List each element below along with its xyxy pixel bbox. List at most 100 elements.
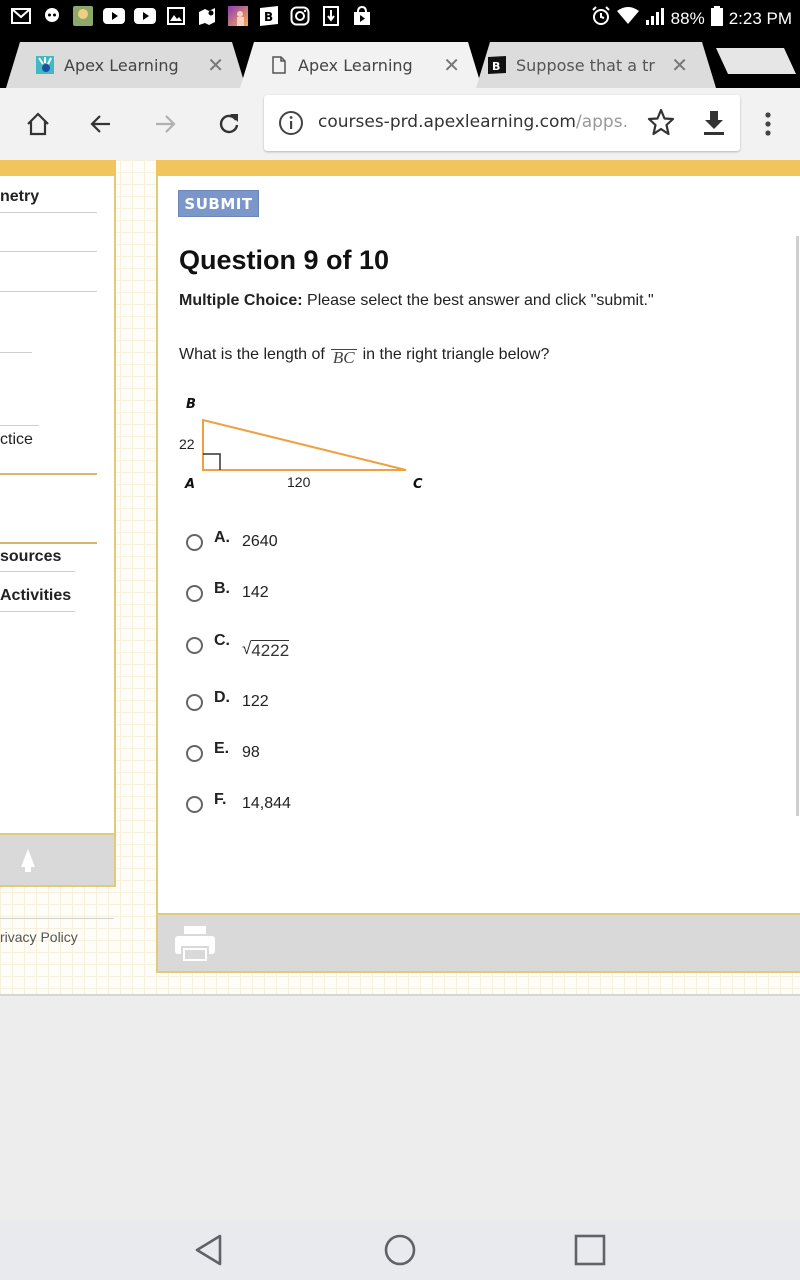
scrollbar[interactable] xyxy=(796,236,799,816)
question-instructions: Multiple Choice: Please select the best … xyxy=(179,292,654,310)
url-text[interactable]: courses-prd.apexlearning.com/apps. xyxy=(318,112,636,132)
divider xyxy=(0,542,97,544)
radio-button[interactable] xyxy=(186,533,203,551)
choice-letter: B. xyxy=(214,580,230,597)
tab-title: Apex Learning xyxy=(64,55,179,75)
instruction-label: Multiple Choice: xyxy=(179,292,303,309)
android-nav-bar xyxy=(0,1220,800,1280)
reload-button[interactable] xyxy=(213,108,245,140)
prompt-before: What is the length of xyxy=(179,346,325,363)
choice-value: 2640 xyxy=(242,533,278,550)
scroll-top-button[interactable] xyxy=(18,847,38,880)
tab-apex-learning-1[interactable]: Apex Learning ✕ xyxy=(6,42,246,88)
question-title: Question 9 of 10 xyxy=(179,245,390,275)
radio-button[interactable] xyxy=(186,584,203,602)
divider xyxy=(0,212,97,213)
choice-e[interactable]: E. 98 xyxy=(186,740,260,762)
tab-brainly[interactable]: B Suppose that a tr ✕ xyxy=(476,42,716,88)
svg-text:B: B xyxy=(264,10,273,24)
vertex-b-label: B xyxy=(186,397,196,412)
divider xyxy=(0,352,32,353)
sidebar-item-resources[interactable]: sources xyxy=(0,548,61,566)
more-vert-icon xyxy=(765,112,771,136)
sidebar-item-activities[interactable]: Activities xyxy=(0,587,71,605)
vertex-c-label: C xyxy=(413,477,423,492)
divider xyxy=(0,251,97,252)
instagram-icon xyxy=(289,5,311,27)
play-store-icon xyxy=(351,5,373,27)
forward-button[interactable] xyxy=(149,108,181,140)
tab-apex-learning-2[interactable]: Apex Learning ✕ xyxy=(240,42,482,88)
choice-d[interactable]: D. 122 xyxy=(186,689,269,711)
brainly-icon: B xyxy=(258,5,280,27)
gmail-icon xyxy=(10,5,32,27)
sidebar-item-geometry[interactable]: netry xyxy=(0,188,39,206)
home-circle-icon xyxy=(384,1234,416,1266)
choice-c[interactable]: C. √ 4222 xyxy=(186,632,290,659)
bookmark-star-icon[interactable] xyxy=(647,108,675,141)
close-tab-icon[interactable]: ✕ xyxy=(443,53,460,77)
print-button[interactable] xyxy=(174,925,216,968)
notification-icons: B xyxy=(10,5,373,27)
triangle-abc xyxy=(202,418,407,471)
choice-letter: A. xyxy=(214,529,230,546)
tree-up-icon xyxy=(21,849,35,872)
submit-button[interactable]: SUBMIT xyxy=(178,190,259,217)
url-path: /apps. xyxy=(576,112,628,132)
download-page-icon[interactable] xyxy=(702,109,726,140)
choice-a[interactable]: A. 2640 xyxy=(186,529,278,551)
menu-button[interactable] xyxy=(752,108,784,140)
divider xyxy=(0,473,97,475)
page-icon xyxy=(270,56,288,74)
forward-arrow-icon xyxy=(156,115,176,133)
back-button[interactable] xyxy=(85,108,117,140)
url-host: courses-prd.apexlearning.com xyxy=(318,112,576,132)
status-bar: B 88% 2:23 PM xyxy=(0,0,800,36)
choice-f[interactable]: F. 14,844 xyxy=(186,791,291,813)
divider xyxy=(0,425,39,426)
home-button[interactable] xyxy=(22,108,54,140)
sidebar-top-bar xyxy=(0,160,116,176)
right-angle-marker xyxy=(203,453,221,470)
close-tab-icon[interactable]: ✕ xyxy=(671,53,688,77)
privacy-policy-link[interactable]: rivacy Policy xyxy=(0,929,78,945)
close-tab-icon[interactable]: ✕ xyxy=(207,53,224,77)
address-bar[interactable]: courses-prd.apexlearning.com/apps. xyxy=(264,95,740,151)
svg-text:B: B xyxy=(492,60,500,73)
nav-back-button[interactable] xyxy=(191,1232,227,1268)
prompt-after: in the right triangle below? xyxy=(362,346,550,363)
battery-icon xyxy=(710,6,723,31)
instruction-text: Please select the best answer and click … xyxy=(307,292,654,309)
segment-bc: BC xyxy=(330,348,357,367)
choice-value: 14,844 xyxy=(242,795,291,812)
triangle-diagram: B A C 22 120 xyxy=(170,385,440,495)
question-top-bar xyxy=(156,160,800,176)
divider xyxy=(0,571,75,572)
sidebar-item-practice[interactable]: ctice xyxy=(0,431,33,449)
overscroll-area xyxy=(0,996,800,1200)
radio-button[interactable] xyxy=(186,795,203,813)
choice-b[interactable]: B. 142 xyxy=(186,580,269,602)
choice-letter: E. xyxy=(214,740,230,757)
choice-letter: C. xyxy=(214,632,230,649)
sidebar-footer xyxy=(0,833,116,887)
question-footer xyxy=(156,913,800,973)
battery-percent: 88% xyxy=(670,8,705,28)
nav-home-button[interactable] xyxy=(382,1232,418,1268)
nav-recents-button[interactable] xyxy=(572,1232,608,1268)
radio-button[interactable] xyxy=(186,744,203,762)
system-status: 88% 2:23 PM xyxy=(591,6,792,31)
youtube-icon xyxy=(103,5,125,27)
divider xyxy=(0,611,75,612)
radio-button[interactable] xyxy=(186,693,203,711)
download-icon xyxy=(320,5,342,27)
home-icon xyxy=(27,112,49,136)
printer-icon xyxy=(175,926,215,963)
choice-letter: F. xyxy=(214,791,227,808)
side-ab-label: 22 xyxy=(179,436,195,452)
info-icon[interactable] xyxy=(278,110,304,141)
sqrt-symbol: √ xyxy=(242,639,252,658)
course-sidebar xyxy=(0,160,116,835)
radio-button[interactable] xyxy=(186,636,203,654)
new-tab-button[interactable] xyxy=(716,48,796,74)
